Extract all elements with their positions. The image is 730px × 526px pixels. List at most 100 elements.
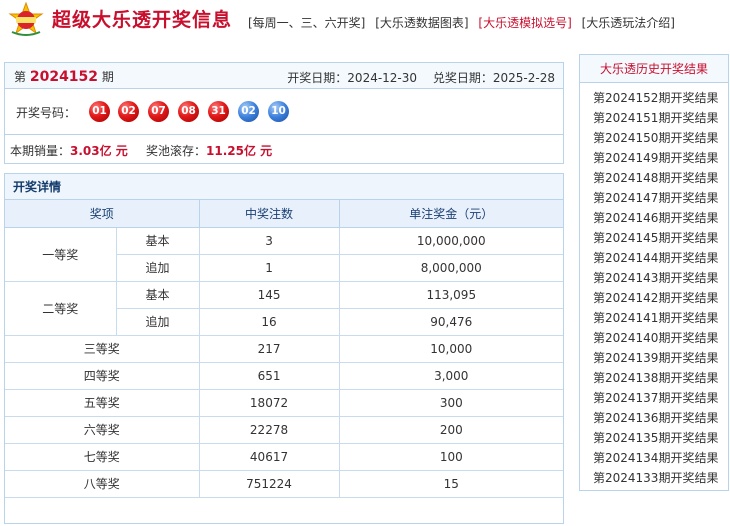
prize-sub-type: 基本 — [115, 226, 200, 255]
table-row: 二等奖 基本 145 113,095 — [5, 280, 564, 336]
history-link[interactable]: 第2024140期开奖结果 — [593, 331, 718, 345]
history-link[interactable]: 第2024149期开奖结果 — [593, 151, 718, 165]
list-item: 第2024148期开奖结果 — [580, 168, 728, 188]
nav-rules-intro[interactable]: [大乐透玩法介绍] — [582, 16, 675, 30]
history-link[interactable]: 第2024142期开奖结果 — [593, 291, 718, 305]
table-row: 六等奖 22278 200 — [5, 415, 564, 444]
list-item: 第2024144期开奖结果 — [580, 248, 728, 268]
history-link[interactable]: 第2024147期开奖结果 — [593, 191, 718, 205]
red-ball: 02 — [118, 101, 139, 122]
prize-name: 四等奖 — [5, 361, 200, 390]
history-link[interactable]: 第2024143期开奖结果 — [593, 271, 718, 285]
draw-summary-panel: 第 2024152 期 开奖日期：2024-12-30 兑奖日期：2025-2-… — [4, 62, 564, 164]
prize-details-title: 开奖详情 — [5, 174, 563, 200]
history-link[interactable]: 第2024139期开奖结果 — [593, 351, 718, 365]
table-row: 四等奖 651 3,000 — [5, 361, 564, 390]
prize-amount: 15 — [338, 469, 564, 498]
history-link[interactable]: 第2024145期开奖结果 — [593, 231, 718, 245]
red-ball: 31 — [208, 101, 229, 122]
history-link[interactable]: 第2024146期开奖结果 — [593, 211, 718, 225]
prize-name: 一等奖 — [5, 226, 117, 282]
list-item: 第2024145期开奖结果 — [580, 228, 728, 248]
draw-info-row: 第 2024152 期 开奖日期：2024-12-30 兑奖日期：2025-2-… — [5, 63, 563, 89]
site-header: 超级大乐透开奖信息 [每周一、三、六开奖] [大乐透数据图表] [大乐透模拟选号… — [0, 0, 730, 40]
prize-name: 六等奖 — [5, 415, 200, 444]
draw-suffix: 期 — [101, 70, 114, 84]
winner-count: 18072 — [198, 388, 340, 417]
table-row: 一等奖 基本 3 10,000,000 — [5, 226, 564, 282]
prize-sub-type: 基本 — [115, 280, 200, 309]
prize-sub-type: 追加 — [116, 307, 200, 336]
red-ball: 01 — [89, 101, 110, 122]
winning-numbers-row: 开奖号码： 01 02 07 08 31 02 10 — [5, 89, 563, 135]
prize-name: 三等奖 — [5, 334, 200, 363]
prize-name: 二等奖 — [5, 280, 117, 336]
list-item: 第2024134期开奖结果 — [580, 448, 728, 468]
history-link[interactable]: 第2024148期开奖结果 — [593, 171, 718, 185]
history-link[interactable]: 第2024151期开奖结果 — [593, 111, 718, 125]
draw-number-value: 2024152 — [29, 69, 99, 85]
redeem-date-label: 兑奖日期： — [432, 71, 493, 85]
pool-info: 奖池滚存：11.25亿 元 — [146, 142, 272, 159]
list-item: 第2024141期开奖结果 — [580, 308, 728, 328]
history-link[interactable]: 第2024137期开奖结果 — [593, 391, 718, 405]
winner-count: 145 — [198, 280, 340, 309]
red-ball: 07 — [148, 101, 169, 122]
prize-amount: 10,000 — [338, 334, 564, 363]
history-link[interactable]: 第2024152期开奖结果 — [593, 91, 718, 105]
history-link[interactable]: 第2024136期开奖结果 — [593, 411, 718, 425]
list-item: 第2024142期开奖结果 — [580, 288, 728, 308]
nav-simulated-picks[interactable]: [大乐透模拟选号] — [478, 16, 571, 30]
list-item: 第2024152期开奖结果 — [580, 88, 728, 108]
prize-table: 奖项 中奖注数 单注奖金（元） 一等奖 基本 3 10,000,000 追加 1… — [5, 200, 564, 498]
top-nav: [每周一、三、六开奖] [大乐透数据图表] [大乐透模拟选号] [大乐透玩法介绍… — [248, 14, 681, 31]
history-link[interactable]: 第2024144期开奖结果 — [593, 251, 718, 265]
prize-amount: 10,000,000 — [338, 226, 564, 255]
redeem-date-value: 2025-2-28 — [492, 71, 555, 85]
list-item: 第2024139期开奖结果 — [580, 348, 728, 368]
prize-name: 八等奖 — [5, 469, 200, 498]
blue-ball: 10 — [268, 101, 289, 122]
nav-data-charts[interactable]: [大乐透数据图表] — [375, 16, 468, 30]
winner-count: 217 — [198, 334, 340, 363]
sales-value: 3.03亿 元 — [70, 144, 128, 158]
sales-label: 本期销量： — [10, 144, 71, 158]
prize-amount: 113,095 — [338, 280, 564, 309]
draw-number: 第 2024152 期 — [14, 68, 114, 85]
draw-date-value: 2024-12-30 — [347, 71, 418, 85]
history-title: 大乐透历史开奖结果 — [580, 55, 728, 83]
pool-label: 奖池滚存： — [146, 144, 207, 158]
history-link[interactable]: 第2024135期开奖结果 — [593, 431, 718, 445]
list-item: 第2024143期开奖结果 — [580, 268, 728, 288]
draw-date: 开奖日期：2024-12-30 — [275, 71, 417, 85]
red-ball: 08 — [178, 101, 199, 122]
list-item: 第2024135期开奖结果 — [580, 428, 728, 448]
nav-draw-schedule[interactable]: [每周一、三、六开奖] — [248, 16, 365, 30]
table-row: 三等奖 217 10,000 — [5, 334, 564, 363]
lottery-logo-icon[interactable] — [6, 1, 46, 38]
list-item: 第2024150期开奖结果 — [580, 128, 728, 148]
list-item: 第2024146期开奖结果 — [580, 208, 728, 228]
winner-count: 3 — [198, 226, 340, 255]
history-link[interactable]: 第2024141期开奖结果 — [593, 311, 718, 325]
column-header-count: 中奖注数 — [198, 200, 340, 228]
history-link[interactable]: 第2024138期开奖结果 — [593, 371, 718, 385]
winner-count: 651 — [198, 361, 340, 390]
history-link[interactable]: 第2024150期开奖结果 — [593, 131, 718, 145]
prize-amount: 3,000 — [338, 361, 564, 390]
pool-value: 11.25亿 元 — [206, 144, 273, 158]
list-item: 第2024140期开奖结果 — [580, 328, 728, 348]
history-link[interactable]: 第2024133期开奖结果 — [593, 471, 718, 485]
redeem-date: 兑奖日期：2025-2-28 — [433, 71, 555, 85]
list-item: 第2024147期开奖结果 — [580, 188, 728, 208]
prize-amount: 8,000,000 — [338, 253, 564, 282]
list-item: 第2024151期开奖结果 — [580, 108, 728, 128]
history-link[interactable]: 第2024134期开奖结果 — [593, 451, 718, 465]
list-item: 第2024138期开奖结果 — [580, 368, 728, 388]
winner-count: 22278 — [198, 415, 340, 444]
column-header-amount: 单注奖金（元） — [338, 200, 564, 228]
list-item: 第2024137期开奖结果 — [580, 388, 728, 408]
draw-dates: 开奖日期：2024-12-30 兑奖日期：2025-2-28 — [263, 69, 555, 86]
history-panel: 大乐透历史开奖结果 第2024152期开奖结果 第2024151期开奖结果 第2… — [579, 54, 729, 491]
winning-numbers-label: 开奖号码： — [16, 106, 77, 120]
